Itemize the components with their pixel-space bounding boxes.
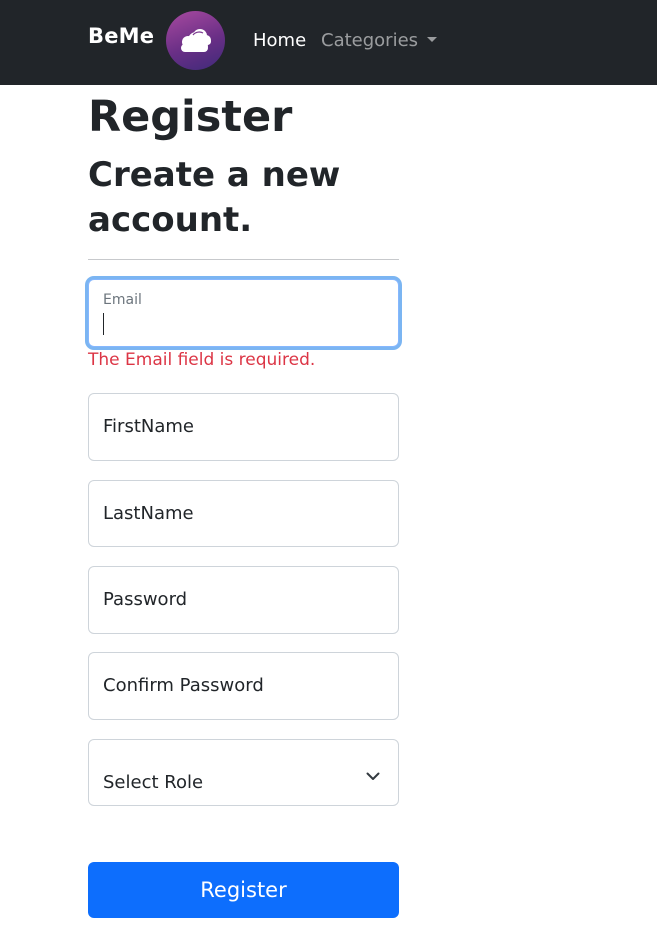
brand-link[interactable]: BeMe bbox=[88, 24, 154, 48]
last-name-placeholder: LastName bbox=[103, 503, 194, 524]
password-placeholder: Password bbox=[103, 589, 188, 610]
password-field[interactable]: Password bbox=[88, 566, 399, 634]
page-subtitle: Create a new account. bbox=[88, 155, 341, 240]
nav-dropdown-categories[interactable]: Categories bbox=[321, 30, 438, 51]
text-cursor bbox=[103, 313, 104, 335]
divider bbox=[88, 259, 399, 260]
nav-categories-label: Categories bbox=[321, 30, 419, 51]
first-name-placeholder: FirstName bbox=[103, 416, 194, 437]
role-select-value: Select Role bbox=[103, 772, 204, 793]
nav-link-home[interactable]: Home bbox=[253, 30, 306, 51]
confirm-password-placeholder: Confirm Password bbox=[103, 675, 264, 696]
caret-down-icon bbox=[427, 37, 438, 42]
navbar: BeMe Home Categories bbox=[0, 0, 657, 85]
cloud-icon[interactable] bbox=[166, 11, 225, 70]
confirm-password-field[interactable]: Confirm Password bbox=[88, 652, 399, 720]
register-button[interactable]: Register bbox=[88, 862, 399, 918]
email-error-message: The Email field is required. bbox=[88, 350, 316, 370]
email-field[interactable]: Email bbox=[88, 279, 399, 347]
role-select[interactable]: Select Role bbox=[88, 739, 399, 806]
email-label: Email bbox=[103, 292, 142, 308]
first-name-field[interactable]: FirstName bbox=[88, 393, 399, 461]
page-title: Register bbox=[88, 92, 293, 142]
last-name-field[interactable]: LastName bbox=[88, 480, 399, 547]
chevron-down-icon bbox=[366, 766, 380, 785]
